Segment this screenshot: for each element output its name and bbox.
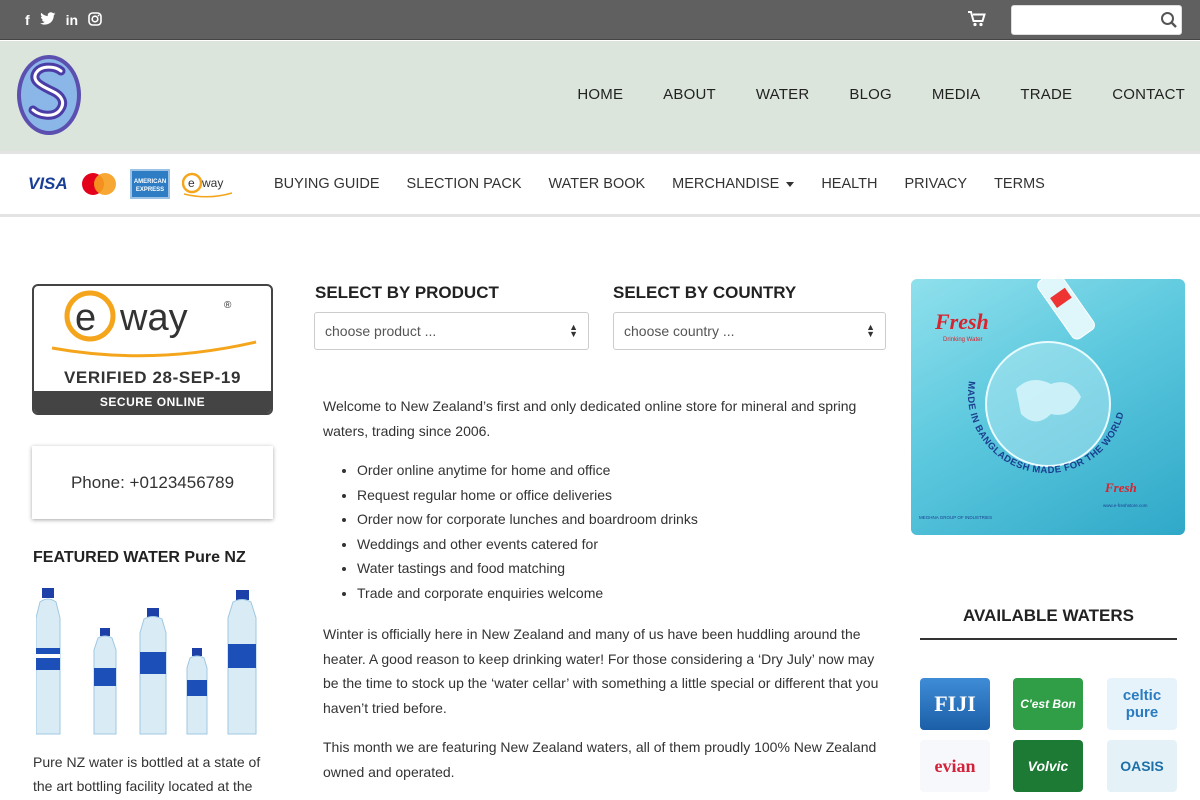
brand-celtic-pure[interactable]: celtic pure [1107,678,1177,730]
sub-bar: VISA AMERICAN EXPRESS e way BUYING GUIDE … [0,151,1200,217]
eway-secure-text: SECURE ONLINE [34,391,271,413]
nav-blog[interactable]: BLOG [849,86,891,103]
divider [920,638,1177,640]
sub-nav: BUYING GUIDE SLECTION PACK WATER BOOK ME… [274,176,1072,192]
search-input[interactable] [1016,9,1156,31]
caret-down-icon [786,181,795,187]
eway-small-logo: e way [181,169,234,199]
subnav-water-book[interactable]: WATER BOOK [549,176,646,192]
visa-logo: VISA [28,174,68,193]
amex-logo: AMERICAN EXPRESS [130,169,170,199]
brand-fiji[interactable]: FIJI [920,678,990,730]
eway-verified-text: VERIFIED 28-SEP-19 [63,368,242,387]
list-item: Request regular home or office deliverie… [357,483,883,508]
mastercard-logo [80,170,118,198]
phone-box: Phone: +0123456789 [32,446,273,519]
search-box [1011,5,1182,35]
phone-number[interactable]: Phone: +0123456789 [71,473,234,493]
top-bar: f in [0,0,1200,40]
site-header: HOME ABOUT WATER BLOG MEDIA TRADE CONTAC… [0,41,1200,151]
subnav-merchandise[interactable]: MERCHANDISE [672,176,795,192]
svg-text:e: e [188,176,195,190]
svg-text:way: way [201,176,223,190]
subnav-privacy[interactable]: PRIVACY [904,176,967,192]
winter-paragraph: Winter is officially here in New Zealand… [323,626,879,716]
svg-text:www.e-freshstore.com: www.e-freshstore.com [1103,503,1148,508]
svg-text:Drinking Water: Drinking Water [943,337,982,343]
social-links: f in [25,12,102,29]
nav-contact[interactable]: CONTACT [1112,86,1185,103]
eway-logo-text: way [119,297,188,339]
select-country-value: choose country ... [624,323,735,339]
fresh-water-ad[interactable]: Fresh Drinking Water MADE IN BANGLADESH … [911,279,1185,535]
svg-text:Fresh: Fresh [1104,480,1137,495]
list-item: Trade and corporate enquiries welcome [357,581,883,606]
nav-media[interactable]: MEDIA [932,86,981,103]
svg-text:®: ® [224,300,232,311]
subnav-health[interactable]: HEALTH [821,176,877,192]
available-waters-title: AVAILABLE WATERS [963,606,1134,625]
subnav-terms[interactable]: TERMS [994,176,1045,192]
nav-trade[interactable]: TRADE [1020,86,1072,103]
svg-text:MEGHNA GROUP OF INDUSTRIES: MEGHNA GROUP OF INDUSTRIES [919,515,992,520]
payment-cards: VISA AMERICAN EXPRESS e way [28,169,234,199]
svg-text:e: e [75,297,96,339]
featured-bottles-image[interactable] [35,588,268,738]
main-content: Welcome to New Zealand’s first and only … [323,394,883,799]
select-product-dropdown[interactable]: choose product ... ▲ ▼ [314,312,589,350]
list-item: Order online anytime for home and office [357,458,883,483]
cart-icon[interactable] [968,11,986,32]
main-nav: HOME ABOUT WATER BLOG MEDIA TRADE CONTAC… [537,86,1185,103]
select-country-dropdown[interactable]: choose country ... ▲ ▼ [613,312,886,350]
site-logo[interactable] [15,53,83,137]
facebook-icon[interactable]: f [25,12,30,29]
subnav-buying-guide[interactable]: BUYING GUIDE [274,176,380,192]
featured-water-description: Pure NZ water is bottled at a state of t… [33,754,261,794]
select-product-label: SELECT BY PRODUCT [315,283,499,302]
brand-oasis[interactable]: OASIS [1107,740,1177,792]
ad-brand: Fresh [934,309,989,334]
nav-about[interactable]: ABOUT [663,86,716,103]
list-item: Weddings and other events catered for [357,532,883,557]
search-icon[interactable] [1158,9,1180,31]
list-item: Order now for corporate lunches and boar… [357,507,883,532]
instagram-icon[interactable] [88,12,102,29]
linkedin-icon[interactable]: in [66,12,78,29]
select-country-label: SELECT BY COUNTRY [613,283,797,302]
brand-volvic[interactable]: Volvic [1013,740,1083,792]
subnav-selection-pack[interactable]: SLECTION PACK [407,176,522,192]
nav-water[interactable]: WATER [756,86,810,103]
select-product-value: choose product ... [325,323,437,339]
twitter-icon[interactable] [39,12,56,29]
service-list: Order online anytime for home and office… [357,458,883,605]
select-arrows-icon: ▲ ▼ [569,322,578,339]
featuring-paragraph: This month we are featuring New Zealand … [323,739,877,780]
nav-home[interactable]: HOME [577,86,623,103]
select-arrows-icon: ▲ ▼ [866,322,875,339]
featured-water-title: FEATURED WATER Pure NZ [33,549,246,566]
list-item: Water tastings and food matching [357,556,883,581]
brand-cest-bon[interactable]: C'est Bon [1013,678,1083,730]
intro-paragraph: Welcome to New Zealand’s first and only … [323,398,857,439]
merchandise-label: MERCHANDISE [672,176,780,192]
eway-verified-badge[interactable]: e way ® VERIFIED 28-SEP-19 SECURE ONLINE [32,284,273,415]
brand-evian[interactable]: evian [920,740,990,792]
